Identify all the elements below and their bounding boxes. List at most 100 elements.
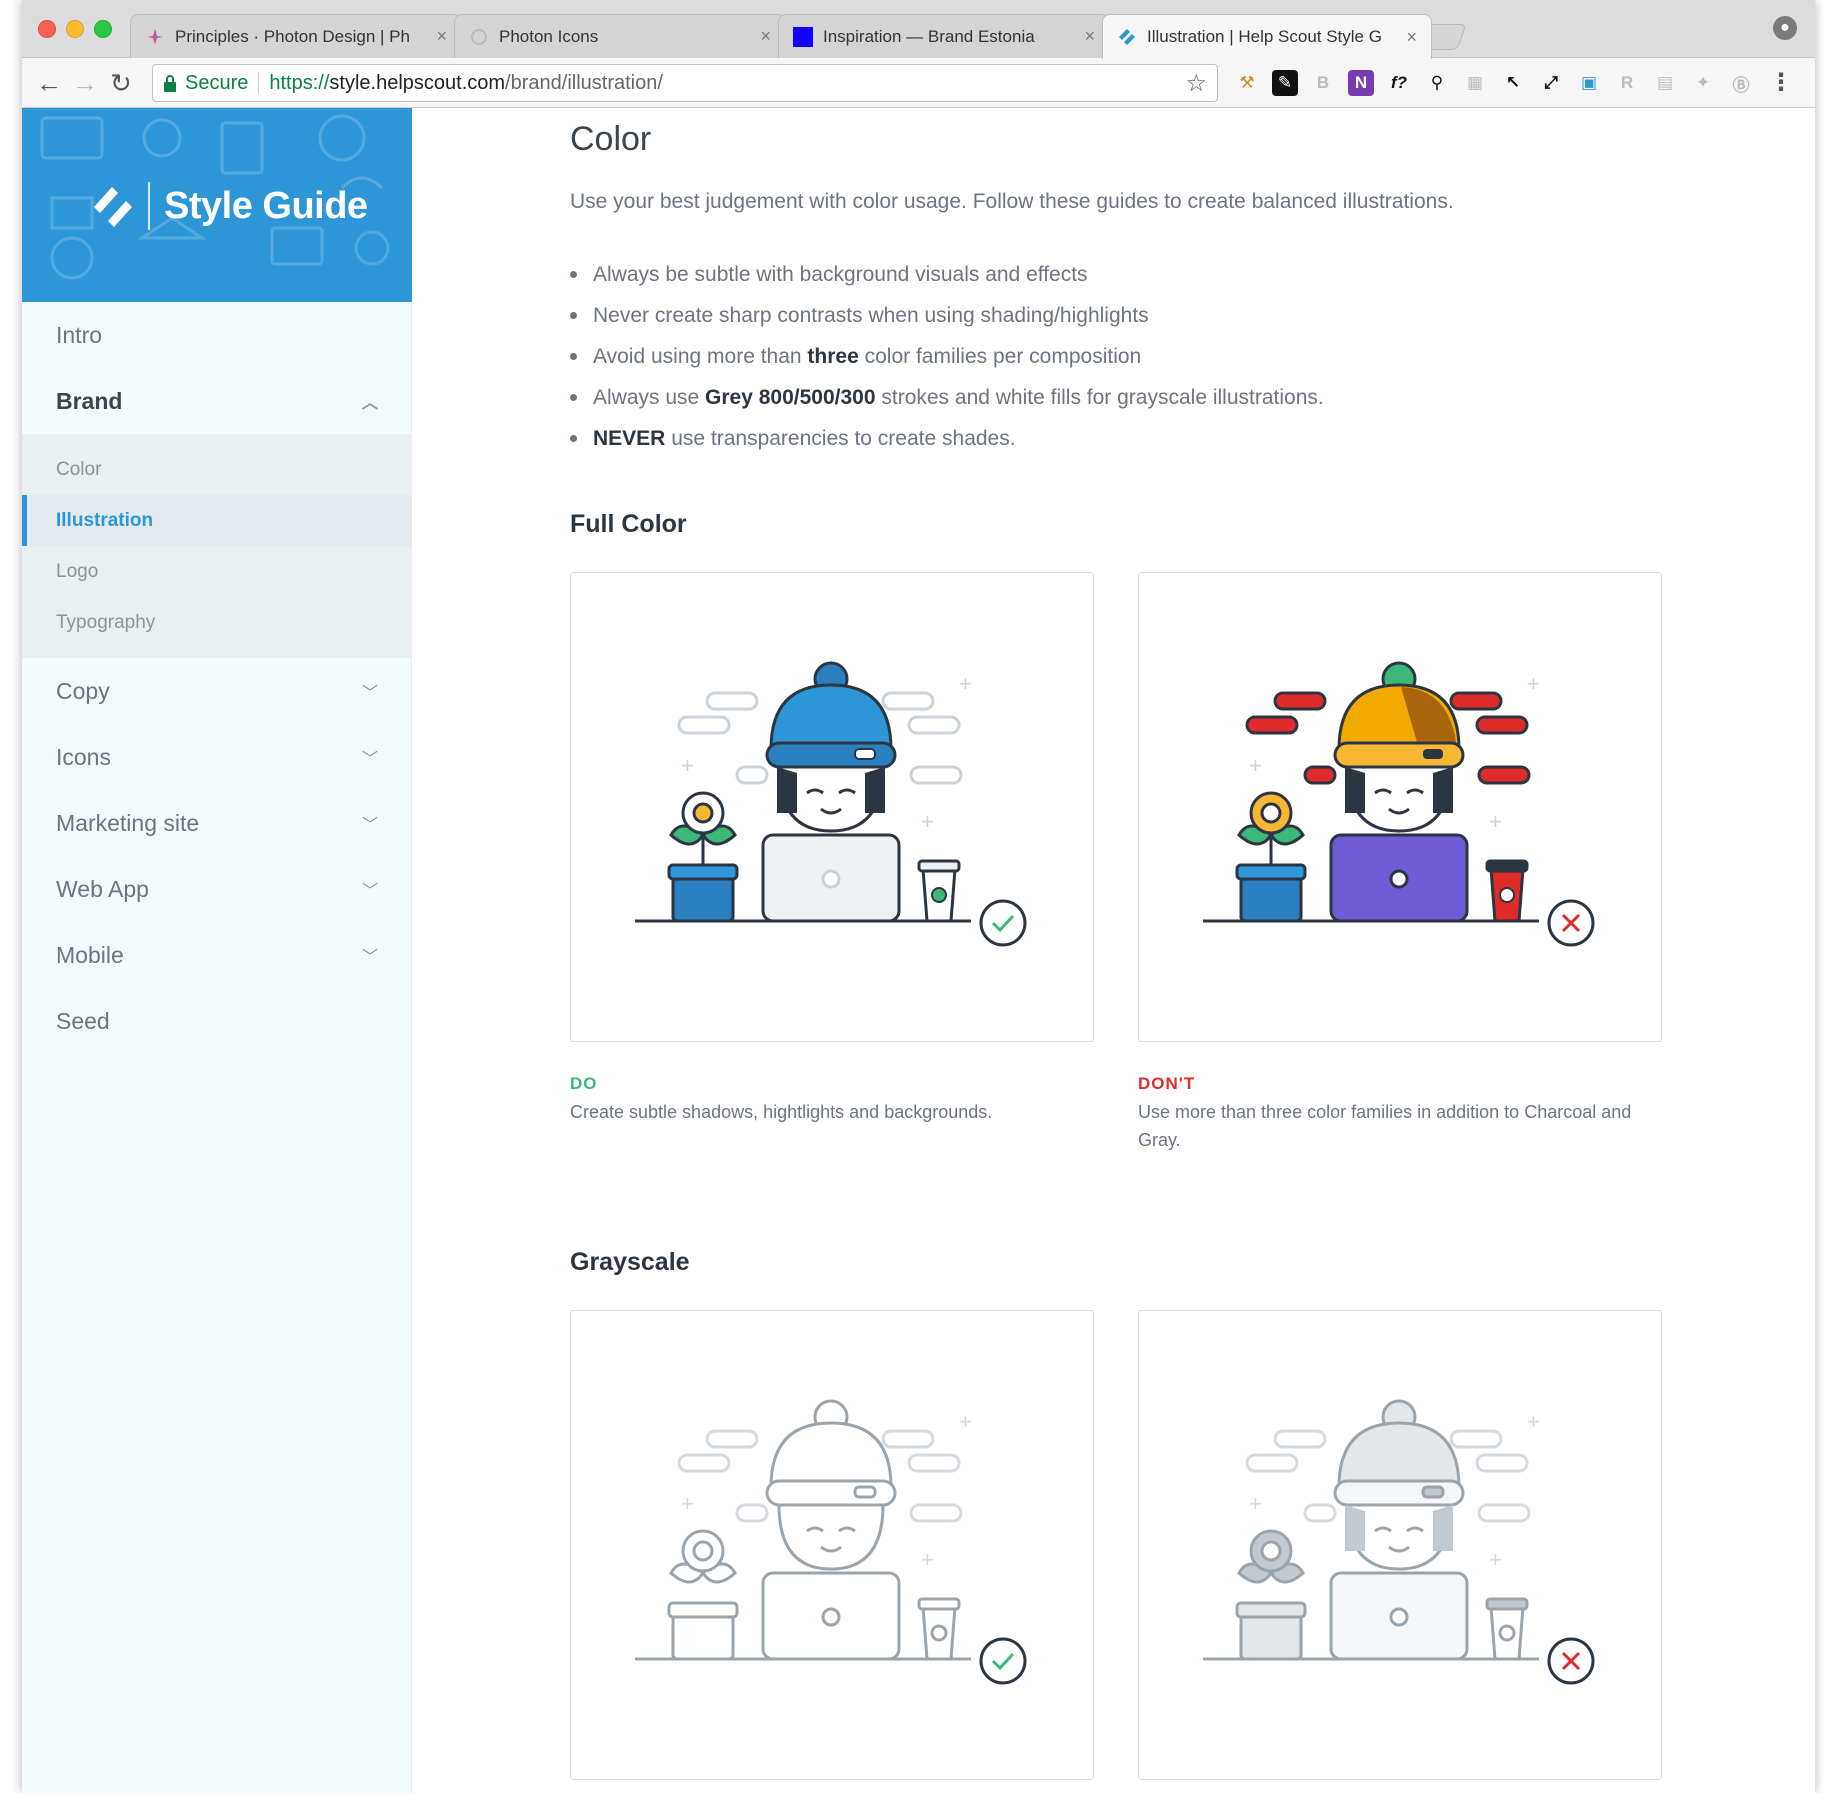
photon-favicon-icon — [145, 27, 165, 47]
subitem-label: Typography — [56, 611, 156, 633]
browser-toolbar: ← → ↻ Secure https://style.helpscout.com… — [22, 58, 1815, 108]
chevron-down-icon: ﹀ — [361, 685, 378, 702]
list-item: Always be subtle with background visuals… — [570, 254, 1324, 295]
illustration-card-do: + + + — [570, 572, 1094, 1042]
brand-subnav: Color Illustration Logo Typography — [22, 434, 412, 658]
extension-hammer-icon[interactable]: ⚒ — [1234, 70, 1260, 96]
extension-screenshot-icon[interactable]: ▣ — [1576, 70, 1602, 96]
chevron-down-icon: ﹀ — [361, 883, 378, 900]
brand-estonia-favicon-icon — [793, 26, 813, 47]
style-guide-logo: Style Guide — [92, 182, 368, 230]
helpscout-logo-icon — [94, 187, 132, 227]
sidebar-item-intro[interactable]: Intro — [22, 302, 412, 368]
extension-circle-b-icon[interactable]: Ⓑ — [1728, 70, 1754, 96]
sidebar-item-label: Seed — [56, 1007, 110, 1034]
list-item: Always use Grey 800/500/300 strokes and … — [570, 377, 1324, 418]
chevron-down-icon: ﹀ — [361, 949, 378, 966]
check-icon — [979, 1637, 1027, 1685]
helpscout-favicon-icon — [1117, 27, 1137, 47]
sidebar-item-seed[interactable]: Seed — [22, 988, 412, 1054]
sidebar-subitem-color[interactable]: Color — [22, 444, 412, 495]
tab-principles[interactable]: Principles · Photon Design | Ph × — [130, 14, 462, 58]
extension-b-icon[interactable]: B — [1310, 70, 1336, 96]
menu-icon[interactable]: ⋮ — [1769, 68, 1793, 97]
check-icon — [979, 899, 1027, 947]
sidebar-subitem-typography[interactable]: Typography — [22, 597, 412, 648]
url-scheme: https:// — [269, 71, 330, 94]
extension-cursor-icon[interactable]: ↖ — [1500, 70, 1526, 96]
tab-photon-icons[interactable]: Photon Icons × — [454, 14, 786, 58]
tab-bar: Principles · Photon Design | Ph × Photon… — [22, 0, 1815, 59]
tab-illustration[interactable]: Illustration | Help Scout Style G × — [1102, 14, 1432, 59]
page: Style Guide Intro Brand ︿ Color Illustra… — [22, 108, 1815, 1793]
sidebar: Style Guide Intro Brand ︿ Color Illustra… — [22, 108, 412, 1793]
sidebar-nav: Intro Brand ︿ Color Illustration Logo Ty… — [22, 302, 412, 1054]
close-tab-icon[interactable]: × — [1084, 26, 1095, 47]
close-tab-icon[interactable]: × — [436, 26, 447, 47]
minimize-window-button[interactable] — [66, 20, 84, 38]
svg-text:+: + — [681, 1491, 694, 1516]
maximize-window-button[interactable] — [94, 20, 112, 38]
extension-r-icon[interactable]: R — [1614, 70, 1640, 96]
sidebar-item-brand[interactable]: Brand ︿ — [22, 368, 412, 434]
svg-text:+: + — [1249, 1491, 1262, 1516]
tab-inspiration[interactable]: Inspiration — Brand Estonia × — [778, 14, 1110, 58]
loading-favicon-icon — [469, 27, 489, 47]
do-label: DO — [570, 1074, 598, 1093]
tab-title: Illustration | Help Scout Style G — [1147, 27, 1382, 46]
sidebar-item-icons[interactable]: Icons ﹀ — [22, 724, 412, 790]
grayscale-card-dont: + + + — [1138, 1310, 1662, 1780]
tab-title: Photon Icons — [499, 26, 599, 46]
tab-title: Principles · Photon Design | Ph — [175, 26, 410, 46]
sidebar-item-marketing-site[interactable]: Marketing site ﹀ — [22, 790, 412, 856]
sidebar-subitem-logo[interactable]: Logo — [22, 546, 412, 597]
address-bar[interactable]: Secure https://style.helpscout.com/brand… — [152, 64, 1218, 102]
intro-text: Use your best judgement with color usage… — [570, 190, 1454, 213]
sidebar-subitem-illustration[interactable]: Illustration — [22, 495, 412, 546]
dont-label: DON'T — [1138, 1074, 1196, 1093]
browser-window: Principles · Photon Design | Ph × Photon… — [22, 0, 1815, 1793]
profile-icon[interactable]: ● — [1773, 16, 1797, 40]
svg-text:+: + — [959, 1409, 972, 1434]
list-item: Never create sharp contrasts when using … — [570, 295, 1324, 336]
person-laptop-illustration-icon: + + + — [635, 661, 1027, 947]
back-arrow-icon[interactable]: ← — [36, 68, 62, 98]
tab-title: Inspiration — Brand Estonia — [823, 26, 1035, 46]
svg-text:+: + — [1249, 753, 1262, 778]
extension-fontface-icon[interactable]: f? — [1386, 70, 1412, 96]
extension-chart-icon[interactable]: ▤ — [1652, 70, 1678, 96]
close-tab-icon[interactable]: × — [760, 26, 771, 47]
sidebar-item-label: Copy — [56, 677, 110, 704]
bookmark-star-icon[interactable]: ☆ — [1185, 69, 1207, 98]
grayscale-card-do: + + + — [570, 1310, 1094, 1780]
subitem-label: Logo — [56, 560, 99, 582]
logo-label: Style Guide — [164, 184, 368, 227]
close-window-button[interactable] — [38, 20, 56, 38]
reload-icon[interactable]: ↻ — [110, 68, 132, 98]
sidebar-item-label: Mobile — [56, 941, 124, 968]
section-heading-grayscale: Grayscale — [570, 1248, 690, 1276]
svg-text:+: + — [1489, 1547, 1502, 1572]
extension-picker-icon[interactable]: ⚲ — [1424, 70, 1450, 96]
grayscale-illustration-icon: + + + — [1203, 1399, 1595, 1685]
extension-resize-icon[interactable]: ⤢ — [1538, 70, 1564, 96]
sidebar-item-mobile[interactable]: Mobile ﹀ — [22, 922, 412, 988]
chevron-up-icon: ︿ — [361, 395, 378, 412]
svg-text:+: + — [681, 753, 694, 778]
svg-text:+: + — [959, 671, 972, 696]
svg-text:+: + — [921, 1547, 934, 1572]
sidebar-item-web-app[interactable]: Web App ﹀ — [22, 856, 412, 922]
sidebar-header[interactable]: Style Guide — [22, 108, 412, 302]
extension-satellite-icon[interactable]: ✦ — [1690, 70, 1716, 96]
extension-onenote-icon[interactable]: N — [1348, 70, 1374, 96]
extension-pen-icon[interactable]: ✎ — [1272, 70, 1298, 96]
subitem-label: Color — [56, 458, 102, 480]
forward-arrow-icon[interactable]: → — [72, 68, 98, 98]
secure-indicator[interactable]: Secure — [163, 72, 248, 95]
svg-text:+: + — [1527, 1409, 1540, 1434]
extension-grid-icon[interactable]: ▦ — [1462, 70, 1488, 96]
sidebar-item-copy[interactable]: Copy ﹀ — [22, 658, 412, 724]
subitem-label: Illustration — [56, 509, 154, 531]
close-tab-icon[interactable]: × — [1406, 27, 1417, 48]
section-heading-full-color: Full Color — [570, 510, 687, 538]
